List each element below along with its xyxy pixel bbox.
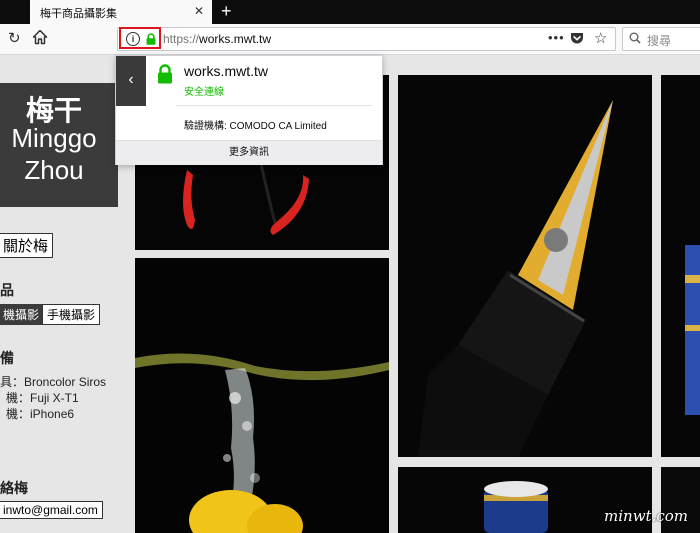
photo-fountain-pen[interactable] (398, 75, 652, 457)
navigation-toolbar: ↻ i https://works.mwt.tw ••• ☆ 搜尋 (0, 24, 700, 55)
about-button[interactable]: 關於梅 (0, 233, 54, 258)
email-button[interactable]: inwto@gmail.com (0, 501, 103, 519)
popup-host-name: works.mwt.tw (184, 63, 268, 79)
works-heading: 品 (0, 282, 14, 298)
url-bar[interactable]: i https://works.mwt.tw ••• ☆ (117, 27, 616, 51)
logo-english-last: Zhou (24, 155, 84, 185)
search-icon (629, 32, 641, 44)
popup-back-button[interactable]: ‹ (116, 56, 146, 106)
gear-item: 機：Fuji X-T1 (6, 391, 79, 405)
gear-heading: 備 (0, 350, 14, 366)
secure-lock-icon (158, 64, 172, 84)
category-phone-button[interactable]: 手機攝影 (42, 304, 101, 325)
tab-active[interactable]: 梅干商品攝影集 ✕ (30, 0, 212, 24)
url-text[interactable]: https://works.mwt.tw (163, 32, 271, 46)
search-placeholder: 搜尋 (647, 34, 672, 48)
contact-heading: 絡梅 (0, 480, 28, 496)
site-identity-popup: ‹ works.mwt.tw 安全連線 驗證機構: COMODO CA Limi… (115, 55, 383, 165)
bookmark-star-icon[interactable]: ☆ (594, 29, 607, 47)
lemon-splash-image (135, 258, 389, 533)
more-info-button[interactable]: 更多資訊 (116, 140, 382, 165)
new-tab-button[interactable]: + (221, 1, 232, 21)
photo-lemon-splash[interactable] (135, 258, 389, 533)
popup-divider (176, 105, 372, 106)
watermark-text: minwt.com (604, 507, 688, 525)
reload-icon[interactable]: ↻ (8, 29, 21, 47)
popup-secure-status: 安全連線 (184, 87, 224, 98)
pen-partial-image (661, 75, 700, 457)
tab-title: 梅干商品攝影集 (40, 8, 117, 20)
logo-english-first: Minggo (11, 123, 97, 153)
lock-icon[interactable] (145, 33, 157, 45)
gear-item: 機：iPhone6 (6, 407, 75, 421)
tab-strip: 梅干商品攝影集 ✕ + (0, 0, 700, 24)
tab-close-icon[interactable]: ✕ (194, 4, 204, 18)
pocket-icon[interactable] (570, 32, 584, 45)
site-identity-highlight[interactable]: i (119, 27, 161, 49)
fountain-pen-image (398, 75, 652, 457)
photo-pen-partial[interactable] (661, 75, 700, 457)
page-actions-menu-icon[interactable]: ••• (548, 30, 565, 45)
search-bar[interactable]: 搜尋 (622, 27, 700, 51)
info-icon[interactable]: i (126, 32, 140, 46)
home-icon[interactable] (32, 29, 48, 45)
popup-verifier: 驗證機構: COMODO CA Limited (184, 121, 327, 132)
site-logo[interactable]: 梅干 Minggo Zhou (0, 83, 118, 207)
category-camera-button[interactable]: 機攝影 (0, 304, 45, 325)
url-scheme: https:// (163, 32, 200, 46)
gear-item: 具：Broncolor Siros (0, 375, 107, 389)
url-host: works.mwt.tw (199, 32, 272, 46)
